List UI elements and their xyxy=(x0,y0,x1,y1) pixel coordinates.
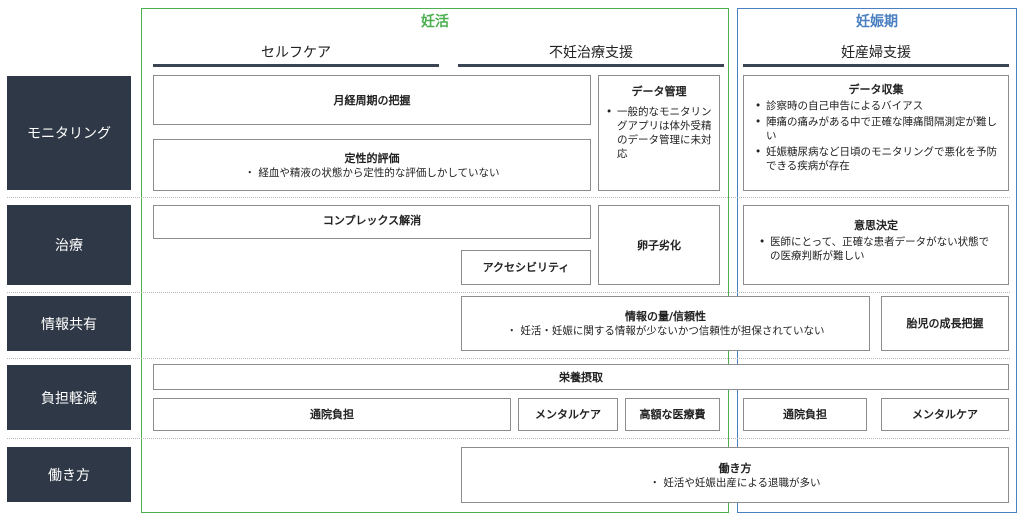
box-description: ・ 妊活や妊娠出産による退職が多い xyxy=(649,476,821,489)
box-tsuin-1: 通院負担 xyxy=(153,398,511,431)
box-data-kanri: データ管理 一般的なモニタリングアプリは体外受精のデータ管理に未対応 xyxy=(598,75,720,191)
box-mental-2: メンタルケア xyxy=(881,398,1009,431)
box-teisei: 定性的評価 ・ 経血や精液の状態から定性的な評価しかしていない xyxy=(153,139,591,191)
box-eiyo: 栄養摂取 xyxy=(153,364,1009,390)
box-data-shushu: データ収集 診察時の自己申告によるバイアス 陣痛の痛みがある中で正確な陣痛間隔測… xyxy=(743,75,1009,191)
box-description: ・ 経血や精液の状態から定性的な評価しかしていない xyxy=(244,166,500,179)
box-ranshi: 卵子劣化 xyxy=(598,205,720,285)
box-title: 通院負担 xyxy=(783,408,827,421)
box-gekkei: 月経周期の把握 xyxy=(153,75,591,125)
box-title: 胎児の成長把握 xyxy=(906,317,984,330)
box-tsuin-2: 通院負担 xyxy=(743,398,867,431)
box-title: 通院負担 xyxy=(310,408,354,421)
box-ishi: 意思決定 医師にとって、正確な患者データがない状態での医療判断が難しい xyxy=(743,205,1009,285)
box-bullet: 一般的なモニタリングアプリは体外受精のデータ管理に未対応 xyxy=(605,105,713,161)
box-title: コンプレックス解消 xyxy=(322,214,422,227)
box-title: アクセシビリティ xyxy=(482,261,570,274)
phase-title-ninshin: 妊娠期 xyxy=(856,14,898,30)
box-title: 栄養摂取 xyxy=(559,371,603,384)
box-title: メンタルケア xyxy=(912,408,978,421)
box-bullet: 診察時の自己申告によるバイアス xyxy=(754,99,998,113)
column-header-funin: 不妊治療支援 xyxy=(549,45,633,61)
box-access: アクセシビリティ xyxy=(461,250,591,285)
column-underline-funin xyxy=(458,64,724,67)
phase-title-ninkatsu: 妊活 xyxy=(421,14,449,30)
box-title: 定性的評価 xyxy=(344,151,400,165)
row-label-futan: 負担軽減 xyxy=(7,365,131,430)
box-title: メンタルケア xyxy=(535,408,601,421)
column-header-selfcare: セルフケア xyxy=(261,45,331,61)
box-title: 情報の量/信頼性 xyxy=(624,310,707,323)
box-title: 意思決定 xyxy=(854,219,898,232)
row-separator xyxy=(7,292,1010,293)
box-title: 月経周期の把握 xyxy=(333,93,411,107)
box-title: 働き方 xyxy=(718,461,752,475)
row-label-monitoring: モニタリング xyxy=(7,76,131,190)
column-underline-selfcare xyxy=(153,64,439,67)
box-description: ・ 妊活・妊娠に関する情報が少ないかつ信頼性が担保されていない xyxy=(506,325,825,337)
row-separator xyxy=(7,438,1010,439)
box-title: データ管理 xyxy=(631,85,687,98)
row-separator xyxy=(7,358,1010,359)
row-separator xyxy=(7,197,1010,198)
box-bullet: 陣痛の痛みがある中で正確な陣痛間隔測定が難しい xyxy=(754,115,998,143)
box-kogaku: 高額な医療費 xyxy=(625,398,720,431)
box-bullet: 妊娠糖尿病など日頃のモニタリングで悪化を予防できる疾病が存在 xyxy=(754,145,998,173)
row-label-joho: 情報共有 xyxy=(7,296,131,351)
box-mental-1: メンタルケア xyxy=(518,398,618,431)
box-joho-ryo: 情報の量/信頼性 ・ 妊活・妊娠に関する情報が少ないかつ信頼性が担保されていない xyxy=(461,296,870,351)
box-title: データ収集 xyxy=(848,83,904,96)
row-label-chiryo: 治療 xyxy=(7,205,131,285)
box-complex: コンプレックス解消 xyxy=(153,205,591,239)
column-header-ninsanpu: 妊産婦支援 xyxy=(841,45,911,61)
box-hataraki: 働き方 ・ 妊活や妊娠出産による退職が多い xyxy=(461,447,1009,503)
box-taiji: 胎児の成長把握 xyxy=(881,296,1009,351)
row-label-hataraki: 働き方 xyxy=(7,447,131,502)
column-underline-ninsanpu xyxy=(743,64,1009,67)
box-title: 卵子劣化 xyxy=(637,238,681,252)
box-title: 高額な医療費 xyxy=(639,408,706,421)
box-bullet: 医師にとって、正確な患者データがない状態での医療判断が難しい xyxy=(758,235,994,263)
